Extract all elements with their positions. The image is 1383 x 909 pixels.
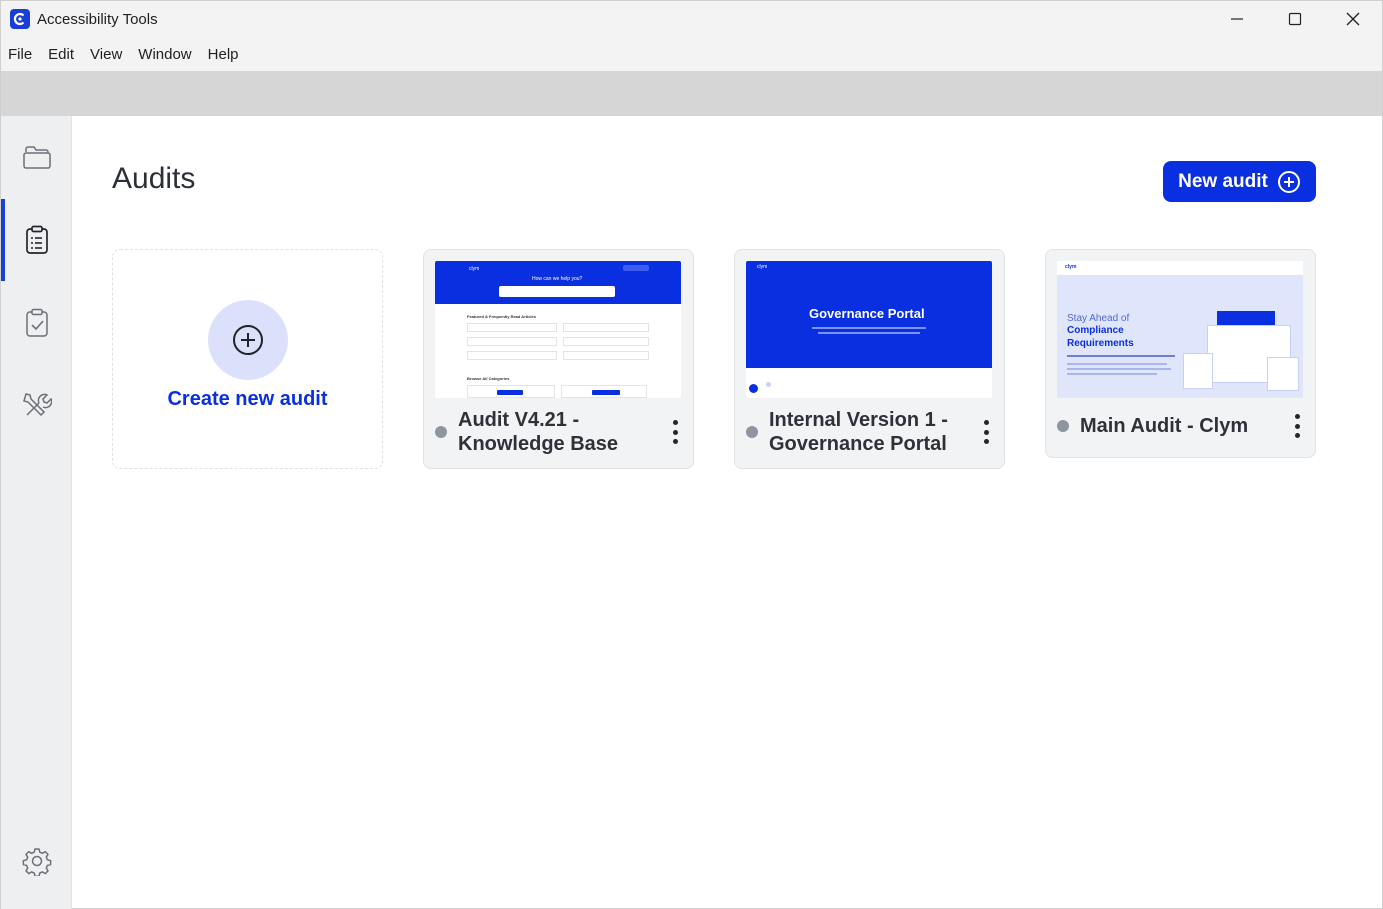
audit-thumbnail: clym How can we help you? Featured & Fre… xyxy=(435,261,681,398)
status-dot xyxy=(746,426,758,438)
new-audit-button[interactable]: New audit xyxy=(1163,161,1316,202)
more-options-icon[interactable] xyxy=(976,417,996,447)
status-dot xyxy=(1057,420,1069,432)
sidebar-item-checks[interactable] xyxy=(1,282,72,364)
menu-file[interactable]: File xyxy=(8,46,32,63)
thumb-line-1: Stay Ahead of xyxy=(1067,313,1130,324)
sidebar-item-settings[interactable] xyxy=(1,820,72,902)
create-audit-icon-wrap xyxy=(207,300,288,380)
thumb-heading: How can we help you? xyxy=(532,276,583,282)
minimize-icon[interactable] xyxy=(1208,1,1266,37)
thumb-heading: Governance Portal xyxy=(809,306,925,321)
title-bar: Accessibility Tools xyxy=(1,1,1382,37)
thumb-section-1: Featured & Frequently Read Articles xyxy=(467,314,536,319)
maximize-icon[interactable] xyxy=(1266,1,1324,37)
thumb-section-2: Browse All Categories xyxy=(467,376,510,381)
thumb-line-3: Requirements xyxy=(1067,338,1134,349)
app-logo-icon xyxy=(10,9,30,29)
menu-edit[interactable]: Edit xyxy=(48,46,74,63)
clipboard-check-icon xyxy=(25,308,48,337)
audit-thumbnail: clym Governance Portal xyxy=(746,261,992,398)
more-options-icon[interactable] xyxy=(1287,411,1307,441)
more-options-icon[interactable] xyxy=(665,417,685,447)
thumb-line-2: Compliance xyxy=(1067,325,1124,336)
sidebar-item-tools[interactable] xyxy=(1,364,72,446)
sidebar xyxy=(1,116,72,909)
audit-name: Audit V4.21 - Knowledge Base xyxy=(458,409,619,455)
toolbar-strip xyxy=(1,71,1382,116)
menu-help[interactable]: Help xyxy=(208,46,239,63)
gear-icon xyxy=(22,848,51,876)
new-audit-label: New audit xyxy=(1178,170,1268,192)
folder-icon xyxy=(22,146,51,169)
sidebar-item-audits[interactable] xyxy=(1,199,72,281)
plus-circle-icon xyxy=(232,325,263,355)
close-icon[interactable] xyxy=(1324,1,1382,37)
menu-view[interactable]: View xyxy=(90,46,122,63)
menu-window[interactable]: Window xyxy=(138,46,191,63)
audit-name: Main Audit - Clym xyxy=(1080,415,1249,437)
main-content: Audits New audit Create new audit clym H… xyxy=(73,116,1382,908)
create-new-audit-card[interactable]: Create new audit xyxy=(112,249,383,469)
create-new-audit-label: Create new audit xyxy=(167,388,328,410)
tools-icon xyxy=(22,393,52,417)
status-dot xyxy=(435,426,447,438)
audit-card[interactable]: clym How can we help you? Featured & Fre… xyxy=(423,249,694,469)
plus-circle-icon xyxy=(1277,170,1300,193)
audit-name: Internal Version 1 - Governance Portal xyxy=(769,409,948,455)
sidebar-item-projects[interactable] xyxy=(1,116,72,198)
page-title: Audits xyxy=(112,162,196,195)
clipboard-list-icon xyxy=(25,225,48,254)
window-title: Accessibility Tools xyxy=(37,10,158,28)
menu-bar: File Edit View Window Help xyxy=(1,37,1382,71)
audit-card[interactable]: clym Governance Portal Internal Version … xyxy=(734,249,1005,469)
audit-card[interactable]: clym Stay Ahead of Compliance Requiremen… xyxy=(1045,249,1316,458)
app-window: Accessibility Tools File Edit View Windo… xyxy=(0,0,1383,909)
audit-thumbnail: clym Stay Ahead of Compliance Requiremen… xyxy=(1057,261,1303,398)
